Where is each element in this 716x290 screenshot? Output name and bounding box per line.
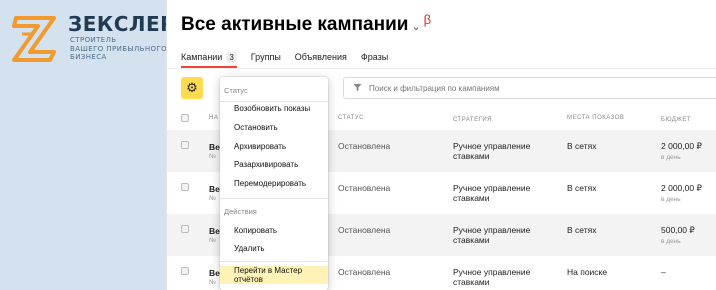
beta-badge: β <box>423 12 432 27</box>
tab-label: Группы <box>250 52 281 62</box>
menu-item-resume[interactable]: Возобновить показы <box>220 99 328 117</box>
tab-label: Объявления <box>294 52 347 62</box>
campaign-number: № <box>209 153 216 160</box>
menu-item-copy[interactable]: Копировать <box>220 221 328 239</box>
tab-label: Фразы <box>360 52 389 62</box>
campaigns-panel: Все активные кампании ⌄ β Кампании 3 Гру… <box>166 0 716 290</box>
column-header-name[interactable]: НА <box>209 115 218 121</box>
menu-item-delete[interactable]: Удалить <box>220 239 328 257</box>
brand-logo-icon <box>12 16 56 62</box>
campaign-places: В сетях <box>567 183 597 193</box>
campaign-budget: – <box>661 267 666 277</box>
budget-period: в день <box>661 196 681 203</box>
campaign-strategy: Ручное управление ставками <box>453 183 531 203</box>
menu-item-remoderate[interactable]: Перемодерировать <box>220 174 328 192</box>
menu-item-archive[interactable]: Архивировать <box>220 137 328 155</box>
budget-period: в день <box>661 154 681 161</box>
campaign-status: Остановлена <box>338 267 391 277</box>
campaign-number: № <box>209 279 216 286</box>
filter-placeholder: Поиск и фильтрация по кампаниям <box>369 83 500 93</box>
budget-period: в день <box>661 238 681 245</box>
select-all-checkbox[interactable] <box>181 114 189 122</box>
brand-name: ЗЕКСЛЕР <box>68 12 176 36</box>
tab-campaigns[interactable]: Кампании 3 <box>181 49 237 68</box>
divider <box>220 198 328 199</box>
divider <box>167 68 716 69</box>
campaign-strategy: Ручное управление ставками <box>453 225 531 245</box>
campaign-name[interactable]: Ве <box>209 226 220 236</box>
campaign-status: Остановлена <box>338 225 391 235</box>
settings-button[interactable]: ⚙ <box>181 77 203 99</box>
menu-item-report-wizard[interactable]: Перейти в Мастер отчётов <box>220 266 328 284</box>
campaign-number: № <box>209 195 216 202</box>
campaign-status: Остановлена <box>338 183 391 193</box>
tab-count-badge: 3 <box>226 51 237 63</box>
tab-ads[interactable]: Объявления <box>295 49 347 65</box>
chevron-down-icon[interactable]: ⌄ <box>411 20 420 33</box>
campaign-strategy: Ручное управление ставками <box>453 267 531 287</box>
campaign-name[interactable]: Ве <box>209 268 220 278</box>
campaign-budget: 2 000,00 ₽ <box>661 141 702 151</box>
divider <box>220 261 328 262</box>
actions-dropdown-menu: Статус Возобновить показы Остановить Арх… <box>220 77 328 290</box>
row-checkbox[interactable] <box>181 267 189 275</box>
row-checkbox[interactable] <box>181 183 189 191</box>
campaign-strategy: Ручное управление ставками <box>453 141 531 161</box>
gear-icon: ⚙ <box>186 80 198 95</box>
page-title[interactable]: Все активные кампании <box>181 14 408 36</box>
brand-tagline: СТРОИТЕЛЬ ВАШЕГО ПРИБЫЛЬНОГО БИЗНЕСА <box>70 36 168 61</box>
campaign-places: В сетях <box>567 141 597 151</box>
row-checkbox[interactable] <box>181 141 189 149</box>
campaign-status: Остановлена <box>338 141 391 151</box>
campaign-places: В сетях <box>567 225 597 235</box>
tab-groups[interactable]: Группы <box>251 49 281 65</box>
campaign-number: № <box>209 237 216 244</box>
campaign-places: На поиске <box>567 267 608 277</box>
page-title-row: Все активные кампании ⌄ β <box>181 12 432 42</box>
search-filter-input[interactable]: Поиск и фильтрация по кампаниям <box>343 77 716 99</box>
menu-item-stop[interactable]: Остановить <box>220 118 328 136</box>
campaign-budget: 2 000,00 ₽ <box>661 183 702 193</box>
tab-phrases[interactable]: Фразы <box>361 49 388 65</box>
column-header-strategy[interactable]: СТРАТЕГИЯ <box>453 115 492 125</box>
tab-label: Кампании <box>181 52 223 62</box>
column-header-status[interactable]: СТАТУС <box>338 115 364 121</box>
campaign-name[interactable]: Ве <box>209 184 220 194</box>
column-header-budget[interactable]: БЮДЖЕТ <box>661 115 691 126</box>
tab-bar: Кампании 3 Группы Объявления Фразы <box>181 49 388 69</box>
brand-watermark: ЗЕКСЛЕР СТРОИТЕЛЬ ВАШЕГО ПРИБЫЛЬНОГО БИЗ… <box>10 10 175 70</box>
campaign-name[interactable]: Ве <box>209 142 220 152</box>
campaign-budget: 500,00 ₽ <box>661 225 695 235</box>
menu-group-actions: Действия <box>224 207 257 216</box>
row-checkbox[interactable] <box>181 225 189 233</box>
menu-item-unarchive[interactable]: Разархивировать <box>220 155 328 173</box>
menu-group-status: Статус <box>224 86 248 95</box>
filter-icon <box>353 83 362 94</box>
column-header-places[interactable]: МЕСТА ПОКАЗОВ <box>567 115 624 121</box>
